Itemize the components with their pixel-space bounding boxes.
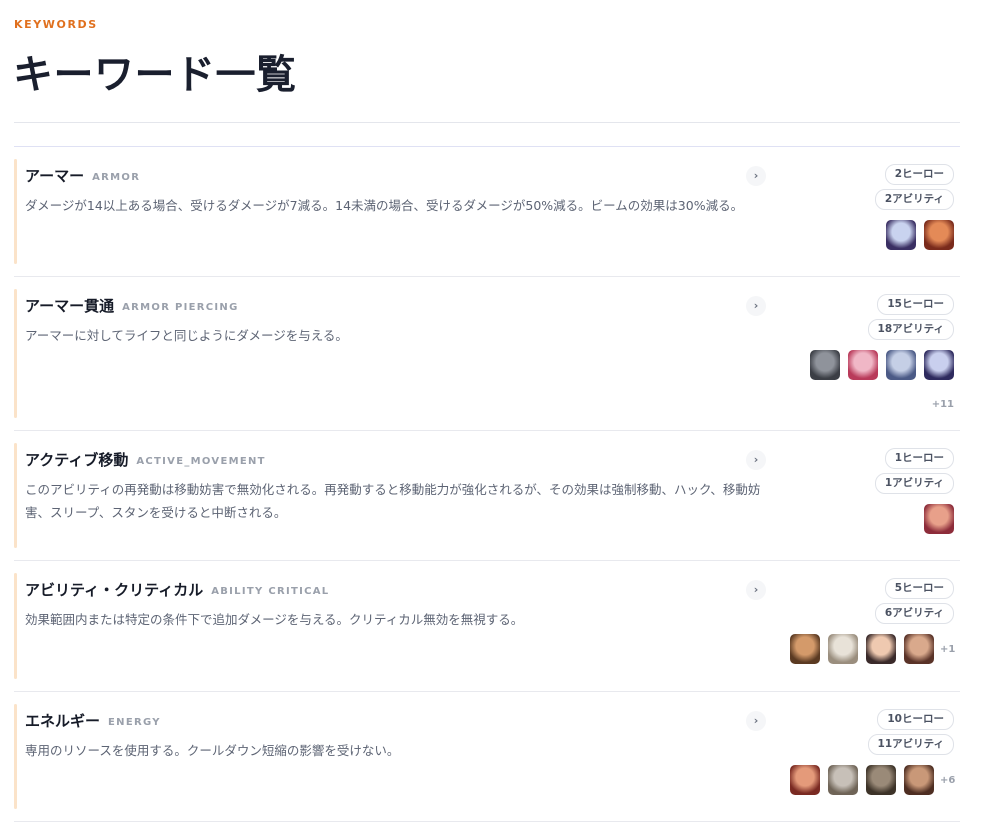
- page-title: キーワード一覧: [13, 52, 297, 98]
- accent-bar: [14, 289, 17, 418]
- chevron-right-icon[interactable]: ›: [746, 450, 766, 470]
- keyword-name[interactable]: アビリティ・クリティカル: [25, 581, 203, 599]
- hero-portrait-icon[interactable]: [866, 765, 896, 795]
- accent-bar: [14, 159, 17, 264]
- keyword-row[interactable]: アーマー貫通 ARMOR PIERCING アーマーに対してライフと同じようにダメ…: [14, 277, 960, 431]
- ability-count-badge: 11アビリティ: [867, 734, 954, 755]
- divider: [14, 122, 960, 123]
- hero-portrait-icon[interactable]: [848, 350, 878, 380]
- keyword-heading: エネルギー ENERGY: [25, 710, 161, 731]
- keyword-tag: ABILITY CRITICAL: [211, 586, 330, 597]
- more-heroes-count: +1: [940, 643, 956, 655]
- accent-bar: [14, 704, 17, 809]
- hero-avatars: [916, 504, 954, 534]
- chevron-right-icon[interactable]: ›: [746, 296, 766, 316]
- hero-count-badge: 1ヒーロー: [884, 448, 954, 469]
- hero-portrait-icon[interactable]: [904, 765, 934, 795]
- hero-avatars: +1: [782, 634, 956, 664]
- keyword-name[interactable]: アーマー貫通: [25, 297, 114, 315]
- keyword-tag: ACTIVE_MOVEMENT: [136, 456, 266, 467]
- keyword-row[interactable]: アクティブ移動 ACTIVE_MOVEMENT このアビリティの再発動は移動妨害で…: [14, 431, 960, 561]
- hero-avatars: [802, 350, 954, 380]
- keyword-name[interactable]: アクティブ移動: [25, 451, 128, 469]
- hero-portrait-icon[interactable]: [924, 220, 954, 250]
- section-eyebrow: KEYWORDS: [14, 18, 98, 31]
- hero-portrait-icon[interactable]: [810, 350, 840, 380]
- more-heroes-count: +11: [931, 399, 954, 410]
- accent-bar: [14, 573, 17, 679]
- chevron-right-icon[interactable]: ›: [746, 166, 766, 186]
- hero-count-badge: 10ヒーロー: [877, 709, 954, 730]
- ability-count-badge: 1アビリティ: [874, 473, 954, 494]
- hero-count-badge: 2ヒーロー: [884, 164, 954, 185]
- keyword-description: 効果範囲内または特定の条件下で追加ダメージを与える。クリティカル無効を無視する。: [25, 612, 524, 627]
- hero-portrait-icon[interactable]: [924, 350, 954, 380]
- keyword-heading: アクティブ移動 ACTIVE_MOVEMENT: [25, 449, 266, 470]
- hero-portrait-icon[interactable]: [828, 765, 858, 795]
- keyword-heading: アーマー貫通 ARMOR PIERCING: [25, 295, 239, 316]
- accent-bar: [14, 443, 17, 548]
- hero-count-badge: 5ヒーロー: [884, 578, 954, 599]
- hero-portrait-icon[interactable]: [790, 634, 820, 664]
- keyword-tag: ARMOR: [92, 172, 141, 183]
- hero-portrait-icon[interactable]: [886, 220, 916, 250]
- keyword-heading: アビリティ・クリティカル ABILITY CRITICAL: [25, 579, 329, 600]
- hero-count-badge: 15ヒーロー: [877, 294, 954, 315]
- hero-portrait-icon[interactable]: [828, 634, 858, 664]
- chevron-right-icon[interactable]: ›: [746, 711, 766, 731]
- keyword-name[interactable]: アーマー: [25, 167, 84, 185]
- hero-avatars: +6: [782, 765, 956, 795]
- keyword-list: アーマー ARMOR ダメージが14以上ある場合、受けるダメージが7減る。14未満…: [14, 147, 960, 822]
- chevron-right-icon[interactable]: ›: [746, 580, 766, 600]
- ability-count-badge: 6アビリティ: [874, 603, 954, 624]
- ability-count-badge: 18アビリティ: [867, 319, 954, 340]
- keyword-name[interactable]: エネルギー: [25, 712, 100, 730]
- keyword-heading: アーマー ARMOR: [25, 165, 140, 186]
- hero-avatars: [878, 220, 954, 250]
- hero-portrait-icon[interactable]: [790, 765, 820, 795]
- keyword-tag: ENERGY: [108, 717, 161, 728]
- keyword-row[interactable]: アーマー ARMOR ダメージが14以上ある場合、受けるダメージが7減る。14未満…: [14, 147, 960, 277]
- hero-portrait-icon[interactable]: [866, 634, 896, 664]
- hero-portrait-icon[interactable]: [924, 504, 954, 534]
- hero-portrait-icon[interactable]: [904, 634, 934, 664]
- hero-portrait-icon[interactable]: [886, 350, 916, 380]
- more-heroes-count: +6: [940, 774, 956, 786]
- keyword-description: アーマーに対してライフと同じようにダメージを与える。: [25, 328, 348, 343]
- keyword-description: ダメージが14以上ある場合、受けるダメージが7減る。14未満の場合、受けるダメー…: [25, 198, 744, 213]
- keyword-row[interactable]: エネルギー ENERGY 専用のリソースを使用する。クールダウン短縮の影響を受けな…: [14, 692, 960, 822]
- keyword-tag: ARMOR PIERCING: [122, 302, 239, 313]
- keyword-row[interactable]: アビリティ・クリティカル ABILITY CRITICAL 効果範囲内または特定の…: [14, 561, 960, 692]
- keyword-description: このアビリティの再発動は移動妨害で無効化される。再発動すると移動能力が強化される…: [25, 482, 761, 520]
- keyword-description: 専用のリソースを使用する。クールダウン短縮の影響を受けない。: [25, 743, 400, 758]
- ability-count-badge: 2アビリティ: [874, 189, 954, 210]
